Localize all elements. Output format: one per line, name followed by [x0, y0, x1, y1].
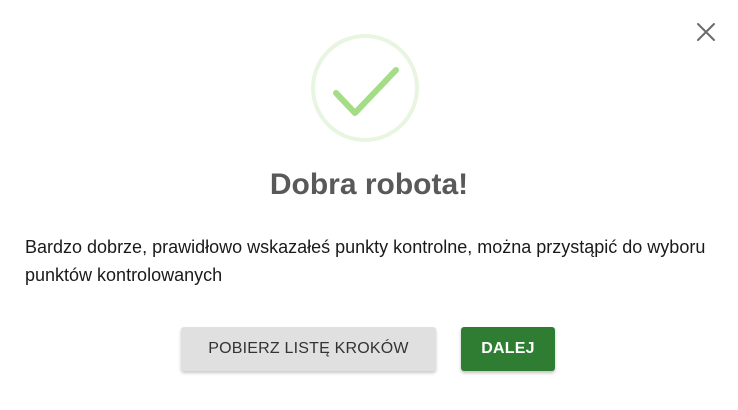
close-button[interactable] [694, 20, 718, 44]
close-icon [697, 23, 715, 41]
next-button[interactable]: DALEJ [461, 327, 555, 371]
success-dialog: Dobra robota! Bardzo dobrze, prawidłowo … [0, 0, 738, 410]
dialog-title: Dobra robota! [269, 168, 469, 201]
success-status [310, 33, 420, 143]
download-steps-button[interactable]: POBIERZ LISTĘ KROKÓW [181, 327, 436, 371]
checkmark-icon [311, 34, 419, 142]
dialog-message: Bardzo dobrze, prawidłowo wskazałeś punk… [25, 237, 706, 285]
